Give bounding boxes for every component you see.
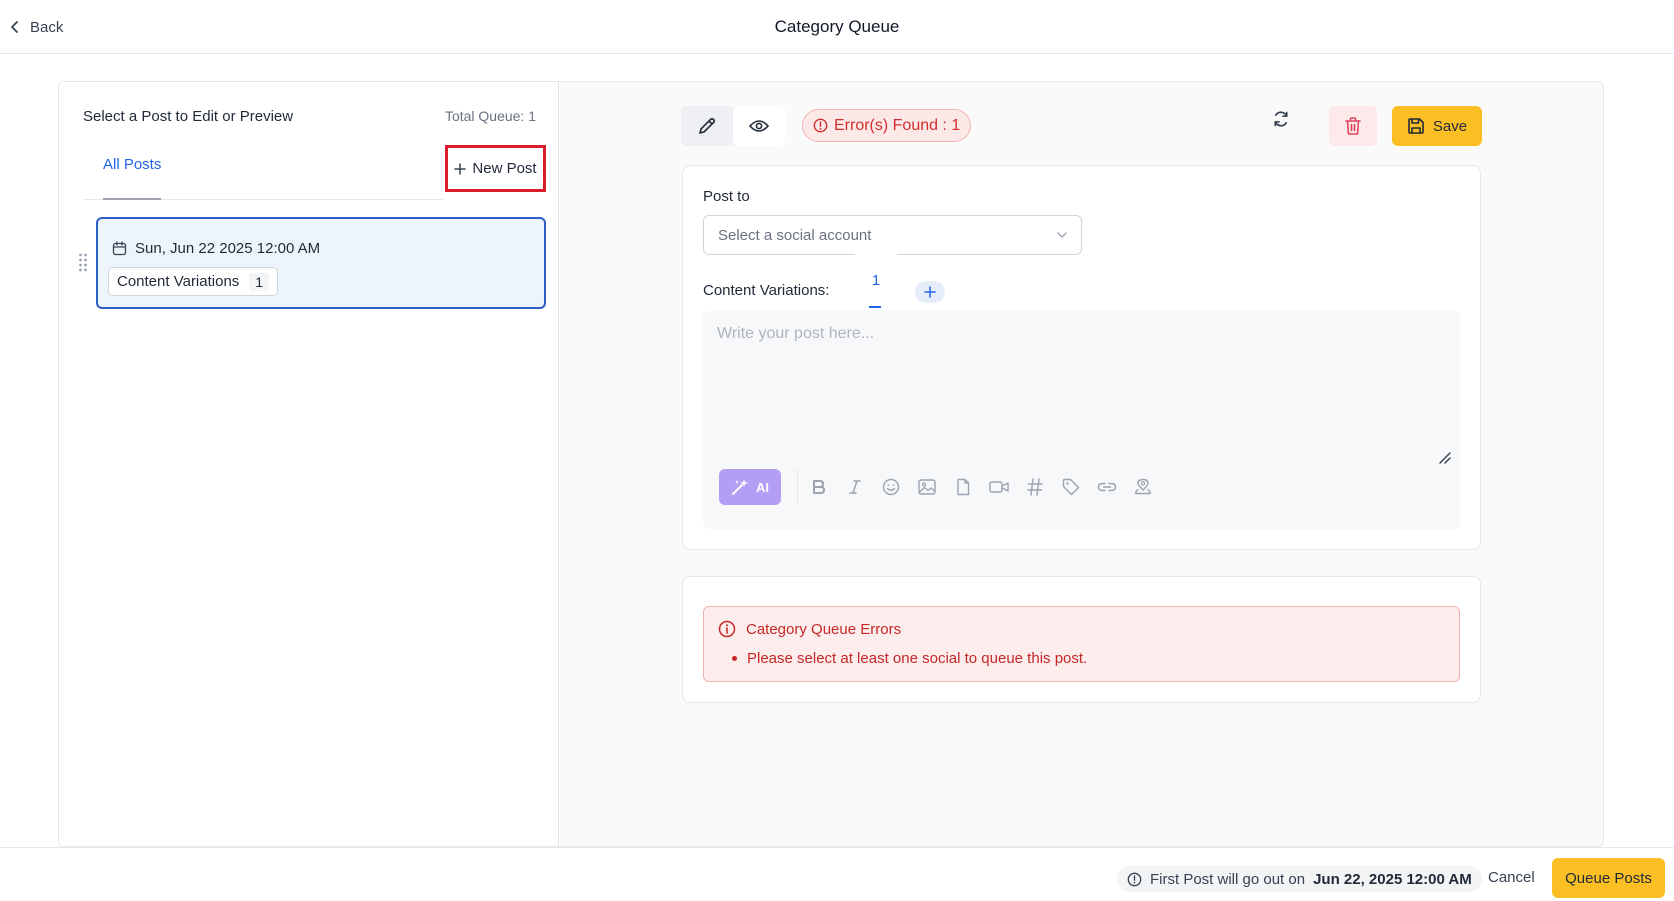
chevron-down-icon (1057, 232, 1067, 238)
errors-card: Category Queue Errors Please select at l… (682, 576, 1481, 703)
format-toolbar (807, 473, 1155, 501)
eye-icon (749, 119, 769, 133)
edit-mode-button[interactable] (681, 106, 733, 146)
bold-icon[interactable] (807, 473, 831, 501)
floppy-disk-icon (1407, 117, 1425, 135)
bullet-dot (732, 656, 737, 661)
mode-toggle (681, 106, 785, 146)
plus-icon (454, 162, 467, 175)
total-queue-count: Total Queue: 1 (444, 108, 536, 124)
content-variations-chip: Content Variations 1 (108, 267, 279, 296)
add-variation-button[interactable] (915, 281, 945, 303)
refresh-button[interactable] (1267, 105, 1295, 133)
post-editor-area: AI (703, 311, 1460, 529)
sparkles-icon (731, 478, 751, 496)
post-list-heading: Select a Post to Edit or Preview (83, 108, 294, 125)
save-button[interactable]: Save (1392, 106, 1482, 146)
error-count-badge[interactable]: Error(s) Found : 1 (802, 109, 972, 142)
page-title: Category Queue (774, 17, 900, 36)
social-account-select[interactable]: Select a social account (703, 215, 1082, 255)
active-tab-indicator (103, 198, 161, 200)
error-item-text: Please select at least one social to que… (747, 650, 1088, 667)
plus-icon (924, 286, 936, 298)
refresh-icon (1271, 109, 1291, 129)
tab-all-posts[interactable]: All Posts (103, 142, 161, 200)
footer-bar: First Post will go out on Jun 22, 2025 1… (0, 847, 1674, 901)
info-circle-icon (1127, 872, 1142, 887)
toolbar-divider (797, 469, 798, 505)
new-post-button[interactable]: New Post (445, 145, 546, 192)
delete-button[interactable] (1329, 106, 1377, 146)
errors-title: Category Queue Errors (718, 620, 901, 638)
first-post-note-date: Jun 22, 2025 12:00 AM (1313, 870, 1472, 888)
first-post-note: First Post will go out on Jun 22, 2025 1… (1117, 866, 1482, 892)
queue-posts-button[interactable]: Queue Posts (1552, 858, 1665, 898)
ai-label: AI (756, 479, 769, 495)
hashtag-icon[interactable] (1023, 473, 1047, 501)
social-account-placeholder: Select a social account (718, 226, 872, 244)
location-icon[interactable] (1131, 473, 1155, 501)
post-to-label: Post to (703, 188, 750, 205)
variation-tab-1[interactable]: 1 (851, 254, 901, 314)
file-icon[interactable] (951, 473, 975, 501)
error-item: Please select at least one social to que… (732, 650, 1087, 667)
calendar-icon (112, 241, 127, 256)
variation-tab-indicator (869, 306, 881, 308)
tag-icon[interactable] (1059, 473, 1083, 501)
info-circle-icon (718, 620, 736, 638)
errors-title-text: Category Queue Errors (746, 620, 902, 638)
italic-icon[interactable] (843, 473, 867, 501)
emoji-icon[interactable] (879, 473, 903, 501)
pencil-icon (697, 116, 717, 136)
save-label: Save (1432, 117, 1468, 135)
drag-handle-icon[interactable] (78, 252, 88, 272)
content-variations-chip-label: Content Variations (117, 273, 240, 290)
post-date-text: Sun, Jun 22 2025 12:00 AM (135, 240, 321, 257)
post-date: Sun, Jun 22 2025 12:00 AM (112, 240, 320, 257)
cancel-button[interactable]: Cancel (1488, 869, 1535, 886)
post-editor-card: Post to Select a social account Content … (682, 165, 1481, 550)
content-variations-chip-count: 1 (249, 272, 270, 291)
variation-tab-number: 1 (871, 272, 881, 289)
first-post-note-prefix: First Post will go out on (1150, 870, 1306, 888)
ai-assist-button[interactable]: AI (719, 469, 781, 505)
trash-icon (1344, 116, 1362, 136)
error-count-text: Error(s) Found : 1 (834, 116, 961, 134)
link-icon[interactable] (1095, 473, 1119, 501)
post-content-input[interactable] (703, 311, 1460, 451)
post-tabs: All Posts (83, 142, 443, 200)
image-icon[interactable] (915, 473, 939, 501)
alert-circle-icon (813, 118, 828, 133)
preview-mode-button[interactable] (733, 106, 785, 146)
new-post-label: New Post (472, 160, 537, 177)
content-variations-label: Content Variations: (703, 282, 830, 299)
post-list-panel: Select a Post to Edit or Preview Total Q… (59, 82, 559, 846)
errors-alert: Category Queue Errors Please select at l… (703, 606, 1460, 682)
top-header: Back Category Queue (0, 0, 1674, 54)
post-card[interactable]: Sun, Jun 22 2025 12:00 AM Content Variat… (96, 217, 546, 309)
resize-handle-icon[interactable] (1438, 451, 1452, 465)
video-icon[interactable] (987, 473, 1011, 501)
